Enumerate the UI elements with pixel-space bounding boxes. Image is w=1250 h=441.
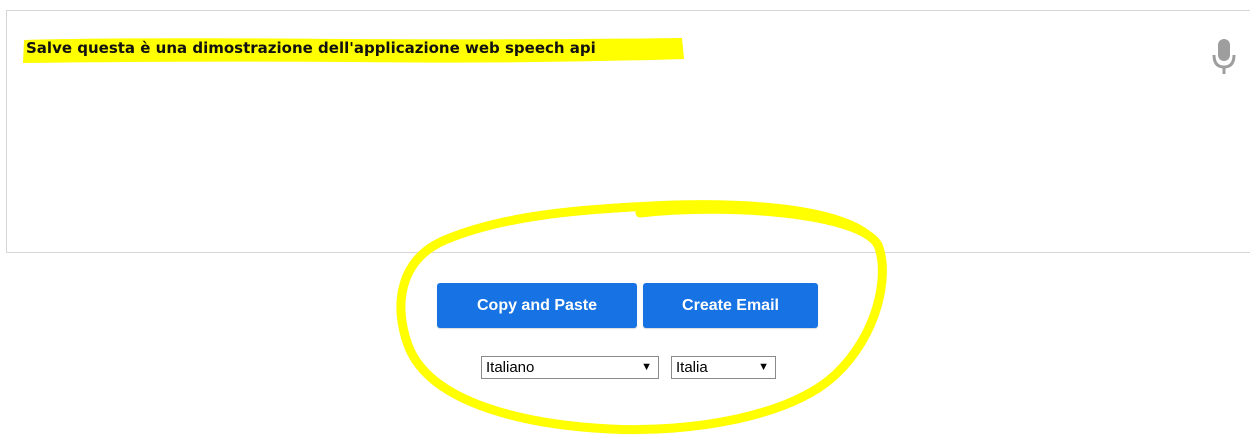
create-email-button[interactable]: Create Email	[643, 283, 818, 328]
language-select[interactable]: Italiano ▼	[481, 356, 659, 379]
transcript-text: Salve questa è una dimostrazione dell'ap…	[26, 39, 596, 57]
dropdown-arrow-icon: ▼	[641, 361, 652, 373]
dialect-select[interactable]: Italia ▼	[671, 356, 776, 379]
dialect-select-value: Italia	[676, 359, 708, 376]
dropdown-arrow-icon: ▼	[758, 361, 769, 373]
language-select-value: Italiano	[486, 359, 535, 376]
copy-and-paste-button[interactable]: Copy and Paste	[437, 283, 637, 328]
transcript-box[interactable]: Salve questa è una dimostrazione dell'ap…	[6, 10, 1250, 253]
microphone-icon[interactable]	[1209, 36, 1239, 78]
